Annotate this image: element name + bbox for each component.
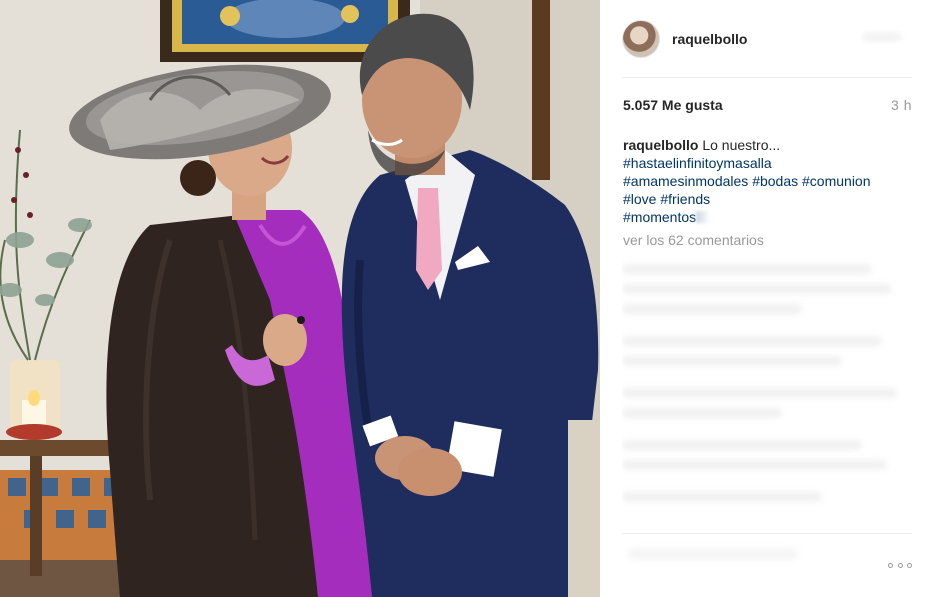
more-options-icon[interactable] xyxy=(888,560,912,570)
blurred-comment xyxy=(622,440,862,450)
blurred-comment xyxy=(622,388,897,398)
caption-text: Lo nuestro... xyxy=(702,137,781,153)
blurred-comment xyxy=(622,264,872,274)
blurred-comment xyxy=(622,408,782,418)
avatar[interactable] xyxy=(622,19,660,58)
likes-count[interactable]: 5.057 Me gusta xyxy=(623,97,723,113)
post-timestamp[interactable]: 3 h xyxy=(891,97,912,113)
blurred-comment-input xyxy=(628,548,798,560)
post-footer xyxy=(622,533,912,585)
dot xyxy=(907,562,912,568)
hashtag-link[interactable]: #hastaelinfinitoymasalla xyxy=(623,155,772,171)
dot xyxy=(888,562,893,568)
blurred-comment xyxy=(622,336,882,346)
blurred-comment xyxy=(622,460,887,470)
hashtag-link[interactable]: #love xyxy=(623,191,656,207)
blurred-follow-area xyxy=(862,32,902,42)
hashtag-link[interactable]: #friends xyxy=(660,191,710,207)
hashtag-link[interactable]: #momentos xyxy=(623,209,696,225)
photo-illustration xyxy=(0,0,600,597)
post-caption: raquelbollo Lo nuestro... #hastaelinfini… xyxy=(623,136,908,226)
dot xyxy=(897,562,903,568)
caption-username[interactable]: raquelbollo xyxy=(623,137,698,153)
blurred-comment xyxy=(622,284,892,294)
view-comments-link[interactable]: ver los 62 comentarios xyxy=(623,232,764,248)
blurred-comment xyxy=(622,356,842,366)
hashtag-link[interactable]: #bodas xyxy=(752,173,798,189)
blurred-text-tail xyxy=(696,211,711,223)
likes-row: 5.057 Me gusta 3 h xyxy=(622,97,912,117)
blurred-comments-area xyxy=(622,258,912,528)
hashtags: #hastaelinfinitoymasalla #amamesinmodale… xyxy=(623,154,908,226)
hashtag-link[interactable]: #amamesinmodales xyxy=(623,173,748,189)
post-photo[interactable] xyxy=(0,0,600,597)
hashtag-link[interactable]: #comunion xyxy=(802,173,871,189)
blurred-comment xyxy=(622,492,822,502)
username-link[interactable]: raquelbollo xyxy=(672,31,747,47)
post-header: raquelbollo xyxy=(622,14,912,78)
blurred-comment xyxy=(622,304,802,314)
post-sidebar: raquelbollo 5.057 Me gusta 3 h raquelbol… xyxy=(600,0,932,597)
